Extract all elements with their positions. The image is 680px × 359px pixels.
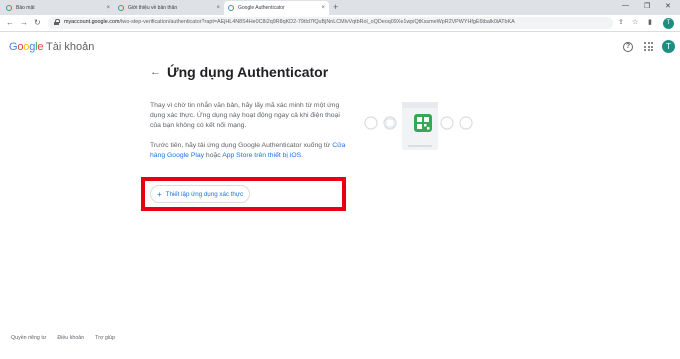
minimize-button[interactable]: — (622, 2, 629, 9)
forward-button[interactable]: → (20, 18, 28, 27)
google-favicon-icon (6, 5, 12, 11)
tab-title: Bảo mật (16, 5, 35, 11)
help-icon[interactable]: ? (623, 42, 633, 52)
close-tab-icon[interactable]: × (321, 5, 325, 11)
side-panel-icon[interactable]: ▮ (648, 18, 652, 26)
new-tab-button[interactable]: + (333, 2, 338, 12)
qr-square (417, 124, 422, 129)
reload-button[interactable]: ↻ (34, 18, 41, 27)
back-button[interactable]: ← (6, 18, 14, 27)
authenticator-illustration (364, 102, 473, 150)
google-favicon-icon (228, 5, 234, 11)
tab-google-authenticator[interactable]: Google Authenticator × (224, 1, 329, 15)
qr-square (427, 127, 430, 130)
address-bar[interactable]: myaccount.google.com/two-step-verificati… (48, 17, 613, 29)
phone-home-bar (408, 145, 432, 147)
download-text-or: hoặc (204, 152, 223, 160)
qr-square (424, 117, 429, 122)
url-text[interactable]: myaccount.google.com/two-step-verificati… (64, 19, 604, 25)
browser-profile-avatar[interactable]: T (663, 18, 674, 29)
tab-title: Google Authenticator (238, 5, 285, 11)
google-favicon-icon (118, 5, 124, 11)
lock-icon[interactable] (54, 19, 60, 25)
terms-link[interactable]: Điều khoản (57, 335, 84, 341)
qr-square (424, 124, 427, 127)
qr-square (417, 117, 422, 122)
page-title: Ứng dụng Authenticator (167, 64, 329, 80)
url-path: /two-step-verification/authenticator?rap… (119, 19, 515, 25)
faded-app-glyph (385, 118, 395, 128)
back-arrow-icon[interactable]: ← (150, 66, 161, 78)
footer-links: Quyền riêng tư Điều khoản Trợ giúp (11, 335, 115, 341)
browser-toolbar: ← → ↻ myaccount.google.com/two-step-veri… (0, 15, 680, 32)
tab-gioi-thieu[interactable]: Giới thiệu về bản thân × (114, 1, 224, 15)
google-apps-icon[interactable] (644, 42, 653, 51)
download-text: Trước tiên, hãy tải ứng dụng Google Auth… (150, 142, 333, 149)
browser-tab-bar: Bảo mật × Giới thiệu về bản thân × Googl… (0, 0, 680, 15)
faded-app-icon (459, 116, 473, 130)
faded-app-icon (364, 116, 378, 130)
bookmark-star-icon[interactable]: ☆ (632, 18, 638, 26)
maximize-button[interactable]: ❐ (644, 2, 650, 10)
close-tab-icon[interactable]: × (106, 5, 110, 11)
account-avatar[interactable]: T (662, 40, 675, 53)
logo-letter: e (37, 41, 44, 53)
tab-bao-mat[interactable]: Bảo mật × (2, 1, 114, 15)
google-logo[interactable]: Google (9, 41, 43, 53)
close-tab-icon[interactable]: × (216, 5, 220, 11)
tab-title: Giới thiệu về bản thân (128, 5, 178, 11)
privacy-link[interactable]: Quyền riêng tư (11, 335, 46, 341)
help-link[interactable]: Trợ giúp (95, 335, 115, 341)
download-paragraph: Trước tiên, hãy tải ứng dụng Google Auth… (150, 141, 350, 161)
intro-paragraph: Thay vì chờ tin nhắn văn bản, hãy lấy mã… (150, 102, 340, 130)
account-header: Google Tài khoản ? T (0, 33, 680, 61)
faded-app-icon (440, 116, 454, 130)
highlight-box (141, 177, 346, 211)
phone-top (402, 102, 438, 108)
product-name[interactable]: Tài khoản (46, 41, 94, 53)
app-store-link[interactable]: App Store trên thiết bị iOS (222, 152, 301, 159)
close-window-button[interactable]: ✕ (665, 2, 671, 10)
share-icon[interactable]: ⇪ (618, 18, 624, 26)
url-host: myaccount.google.com (64, 19, 120, 25)
download-text-end: . (301, 152, 304, 160)
